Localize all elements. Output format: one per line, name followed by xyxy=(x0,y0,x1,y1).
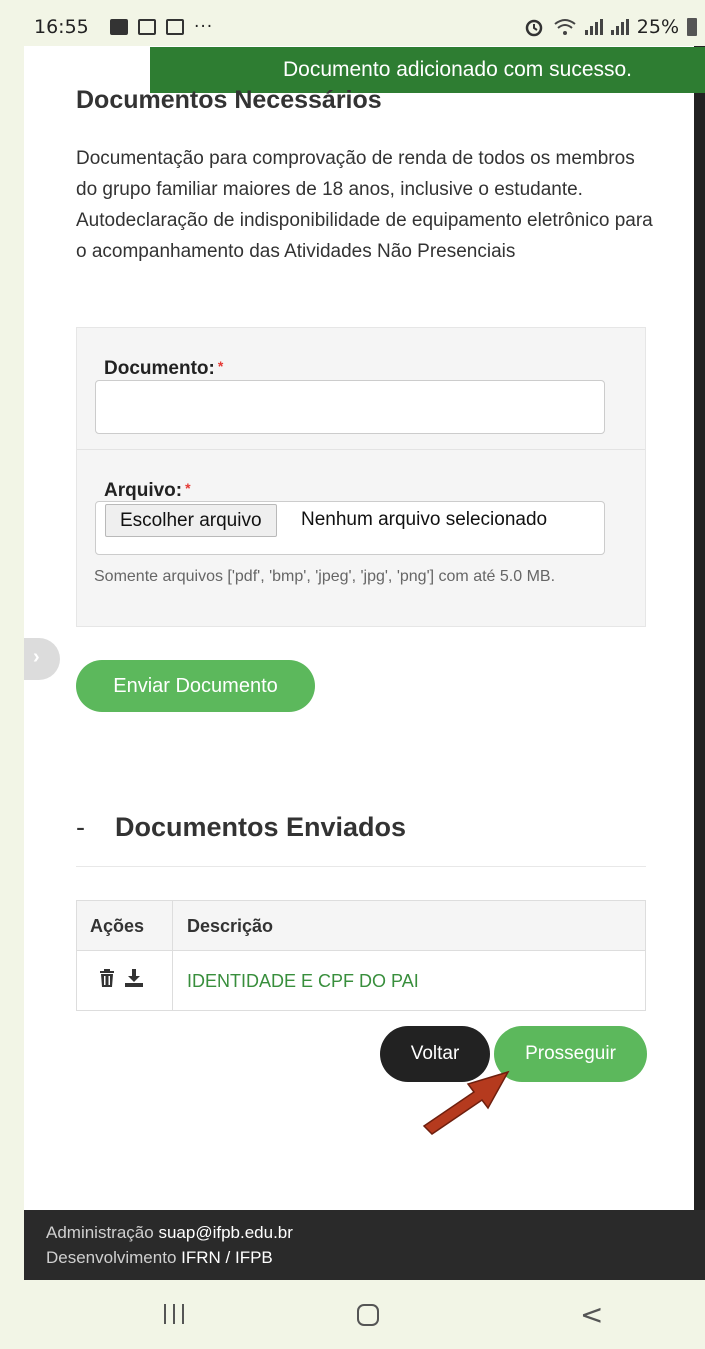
wifi-icon xyxy=(554,19,576,35)
toast-message: Documento adicionado com sucesso. xyxy=(282,58,633,81)
file-label: Arquivo: * xyxy=(104,480,191,501)
required-docs-description: Documentação para comprovação de renda d… xyxy=(76,143,656,267)
signal-icon xyxy=(584,19,603,35)
file-status: Nenhum arquivo selecionado xyxy=(301,509,548,530)
trash-icon[interactable] xyxy=(99,969,115,987)
section-divider xyxy=(76,866,646,867)
notification-icons: ··· xyxy=(110,17,213,37)
arrow-annotation xyxy=(422,1070,510,1135)
choose-file-button[interactable]: Escolher arquivo xyxy=(105,504,277,537)
page-edge-shadow xyxy=(694,46,705,1210)
mail-icon xyxy=(166,19,184,35)
status-bar: 16:55 ··· 25% xyxy=(24,0,705,46)
signal-icon xyxy=(610,19,629,35)
gallery-icon xyxy=(110,19,128,35)
recents-icon[interactable] xyxy=(164,1304,184,1324)
required-mark: * xyxy=(185,480,191,496)
footer-admin-line: Administração suap@ifpb.edu.br xyxy=(46,1223,293,1242)
document-label: Documento: * xyxy=(104,358,224,379)
footer-dev-line: Desenvolvimento IFRN / IFPB xyxy=(46,1248,273,1267)
battery-icon xyxy=(687,18,697,36)
system-indicators: 25% xyxy=(523,16,697,38)
battery-percent: 25% xyxy=(636,16,679,38)
file-help-text: Somente arquivos ['pdf', 'bmp', 'jpeg', … xyxy=(94,568,556,585)
send-document-button[interactable]: Enviar Documento xyxy=(76,660,315,712)
document-link[interactable]: IDENTIDADE E CPF DO PAI xyxy=(187,971,419,992)
form-divider xyxy=(77,449,645,450)
android-navigation-bar: < xyxy=(24,1280,705,1349)
collapse-toggle[interactable]: - xyxy=(76,812,85,843)
site-footer: Administração suap@ifpb.edu.br Desenvolv… xyxy=(24,1210,705,1280)
back-icon[interactable]: < xyxy=(580,1298,603,1331)
required-mark: * xyxy=(217,358,224,374)
required-docs-title: Documentos Necessários xyxy=(76,86,382,114)
upload-form: Documento: * Arquivo: * Escolher arquivo N… xyxy=(76,327,646,627)
left-background-strip xyxy=(0,0,24,1349)
more-notifications-indicator: ··· xyxy=(194,17,214,37)
required-docs-line-1: Documentação para comprovação de renda d… xyxy=(76,148,635,200)
sent-docs-table: Ações Descrição IDENTIDADE E CPF DO PAI xyxy=(76,900,646,1011)
row-actions xyxy=(99,969,143,987)
home-icon[interactable] xyxy=(357,1304,379,1326)
column-header-actions: Ações xyxy=(90,916,145,936)
admin-email[interactable]: suap@ifpb.edu.br xyxy=(158,1223,292,1242)
alarm-icon xyxy=(525,19,543,37)
document-input[interactable] xyxy=(95,380,605,434)
column-header-description: Descrição xyxy=(187,916,274,936)
column-separator xyxy=(172,901,173,1010)
chevron-right-icon: › xyxy=(33,646,40,668)
dev-institutions: IFRN / IFPB xyxy=(181,1248,273,1267)
file-input: Escolher arquivo Nenhum arquivo selecion… xyxy=(95,501,605,555)
sent-docs-title: Documentos Enviados xyxy=(115,812,407,842)
table-header xyxy=(77,901,645,951)
status-time: 16:55 xyxy=(34,16,89,38)
required-docs-line-2: Autodeclaração de indisponibilidade de e… xyxy=(76,210,653,262)
cast-icon xyxy=(138,19,156,35)
download-icon[interactable] xyxy=(125,969,143,987)
